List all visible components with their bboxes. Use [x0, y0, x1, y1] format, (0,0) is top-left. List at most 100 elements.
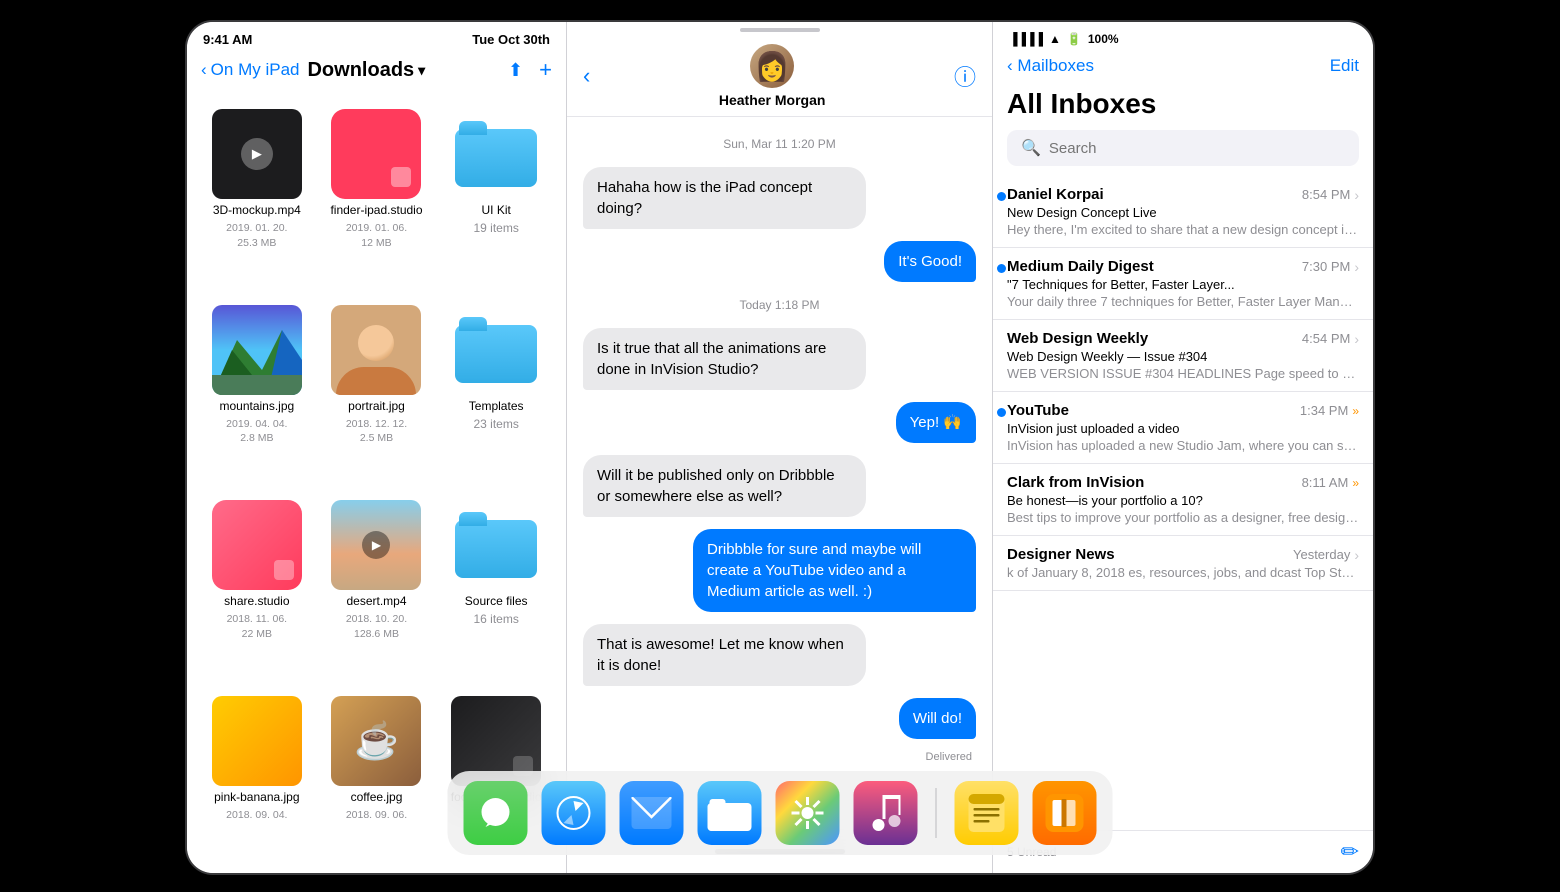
file-item-mountains[interactable]: mountains.jpg 2019. 04. 04.2.8 MB — [199, 297, 315, 489]
file-thumb-share — [212, 500, 302, 590]
file-meta: 2019. 04. 04.2.8 MB — [226, 417, 287, 446]
file-name: Templates — [469, 399, 524, 413]
dock-item-mail[interactable] — [620, 781, 684, 845]
mail-time: 7:30 PM › — [1302, 259, 1359, 275]
add-button[interactable]: + — [539, 57, 552, 83]
file-meta: 2018. 10. 20.128.6 MB — [346, 612, 407, 641]
mail-preview: InVision has uploaded a new Studio Jam, … — [1007, 438, 1359, 453]
files-title-text: Downloads — [307, 59, 414, 82]
file-name: share.studio — [224, 594, 289, 608]
mail-preview: Hey there, I'm excited to share that a n… — [1007, 222, 1359, 237]
mail-item-header: YouTube 1:34 PM » — [1007, 402, 1359, 419]
safari-dock-icon[interactable] — [542, 781, 606, 845]
file-item-templates[interactable]: Templates 23 items — [438, 297, 554, 489]
ipad-frame: 9:41 AM Tue Oct 30th ‹ On My iPad Downlo… — [185, 20, 1375, 875]
dock-item-messages[interactable] — [464, 781, 528, 845]
mail-time: 4:54 PM › — [1302, 331, 1359, 347]
message-bubble: Hahaha how is the iPad concept doing? — [583, 167, 866, 229]
unread-indicator — [997, 192, 1006, 201]
info-button[interactable]: ⓘ — [954, 60, 976, 92]
play-icon: ▶ — [241, 138, 273, 170]
files-panel: 9:41 AM Tue Oct 30th ‹ On My iPad Downlo… — [187, 22, 567, 873]
file-item-coffee[interactable]: ☕ coffee.jpg 2018. 09. 06. — [319, 688, 435, 865]
files-back-label: On My iPad — [211, 60, 300, 80]
message-row: Yep! 🙌 — [583, 402, 976, 443]
photos-dock-icon[interactable] — [776, 781, 840, 845]
file-item-finder-ipad[interactable]: finder-ipad.studio 2019. 01. 06.12 MB — [319, 101, 435, 293]
panels: 9:41 AM Tue Oct 30th ‹ On My iPad Downlo… — [187, 22, 1373, 873]
message-bubble: Will it be published only on Dribbble or… — [583, 455, 866, 517]
files-status-bar: 9:41 AM Tue Oct 30th — [187, 22, 566, 51]
dock-item-notes[interactable] — [955, 781, 1019, 845]
mail-item-header: Medium Daily Digest 7:30 PM › — [1007, 258, 1359, 275]
messages-dock-icon[interactable] — [464, 781, 528, 845]
file-meta: 2018. 09. 04. — [226, 808, 287, 823]
file-item-share-studio[interactable]: share.studio 2018. 11. 06.22 MB — [199, 492, 315, 684]
chevron-left-icon: ‹ — [1007, 56, 1013, 75]
mail-preview: WEB VERSION ISSUE #304 HEADLINES Page sp… — [1007, 366, 1359, 381]
file-name: UI Kit — [481, 203, 510, 217]
mail-time: 1:34 PM » — [1300, 403, 1359, 418]
message-date: Today 1:18 PM — [583, 294, 976, 316]
mail-subject: New Design Concept Live — [1007, 205, 1359, 220]
mail-item-designernews[interactable]: Designer News Yesterday › k of January 8… — [993, 536, 1373, 591]
file-item-portrait[interactable]: portrait.jpg 2018. 12. 12.2.5 MB — [319, 297, 435, 489]
dock-item-books[interactable] — [1033, 781, 1097, 845]
mailboxes-back-button[interactable]: ‹ Mailboxes — [1007, 56, 1094, 76]
contact-avatar: 👩 — [750, 44, 794, 88]
files-title[interactable]: Downloads ▾ — [307, 59, 500, 82]
mail-item-daniel[interactable]: Daniel Korpai 8:54 PM › New Design Conce… — [993, 176, 1373, 248]
notes-dock-icon[interactable] — [955, 781, 1019, 845]
dock-item-music[interactable] — [854, 781, 918, 845]
mail-item-clark[interactable]: Clark from InVision 8:11 AM » Be honest—… — [993, 464, 1373, 536]
messages-header-center: 👩 Heather Morgan — [719, 44, 826, 108]
file-thumb-mountains — [212, 305, 302, 395]
search-input[interactable] — [1049, 140, 1345, 157]
search-icon: 🔍 — [1021, 138, 1041, 158]
mail-sender: Designer News — [1007, 546, 1115, 563]
message-bubble: Is it true that all the animations are d… — [583, 328, 866, 390]
file-item-source-files[interactable]: Source files 16 items — [438, 492, 554, 684]
unread-indicator — [997, 408, 1006, 417]
file-name: coffee.jpg — [351, 790, 403, 804]
mail-item-youtube[interactable]: YouTube 1:34 PM » InVision just uploaded… — [993, 392, 1373, 464]
mail-item-medium[interactable]: Medium Daily Digest 7:30 PM › "7 Techniq… — [993, 248, 1373, 320]
dock-item-photos[interactable] — [776, 781, 840, 845]
message-bubble: Yep! 🙌 — [896, 402, 976, 443]
dock-item-files[interactable] — [698, 781, 762, 845]
share-button[interactable]: ⬆ — [508, 60, 523, 81]
file-item-ui-kit[interactable]: UI Kit 19 items — [438, 101, 554, 293]
files-toolbar: ‹ On My iPad Downloads ▾ ⬆ + — [187, 51, 566, 93]
message-row: Is it true that all the animations are d… — [583, 328, 976, 390]
unread-indicator — [997, 264, 1006, 273]
status-time: 9:41 AM — [203, 32, 252, 47]
file-count: 19 items — [473, 221, 518, 235]
mail-panel: ▐▐▐▐ ▲ 🔋 100% ‹ Mailboxes Edit All Inbox… — [993, 22, 1373, 873]
file-meta: 2018. 12. 12.2.5 MB — [346, 417, 407, 446]
compose-button[interactable]: ✏ — [1341, 839, 1359, 865]
mail-subject: Web Design Weekly — Issue #304 — [1007, 349, 1359, 364]
mail-item-webdesign[interactable]: Web Design Weekly 4:54 PM › Web Design W… — [993, 320, 1373, 392]
mail-edit-button[interactable]: Edit — [1330, 56, 1359, 76]
file-name: finder-ipad.studio — [330, 203, 422, 217]
file-name: 3D-mockup.mp4 — [213, 203, 301, 217]
messages-toolbar: ‹ 👩 Heather Morgan ⓘ — [567, 32, 992, 117]
music-dock-icon[interactable] — [854, 781, 918, 845]
mail-dock-icon[interactable] — [620, 781, 684, 845]
file-thumb-banana — [212, 696, 302, 786]
dock-item-safari[interactable] — [542, 781, 606, 845]
mail-preview: k of January 8, 2018 es, resources, jobs… — [1007, 565, 1359, 580]
file-item-3d-mockup[interactable]: ▶ 3D-mockup.mp4 2019. 01. 20.25.3 MB — [199, 101, 315, 293]
file-thumb-3d-mockup: ▶ — [212, 109, 302, 199]
files-back-button[interactable]: ‹ On My iPad — [201, 60, 299, 80]
file-thumb-coffee: ☕ — [331, 696, 421, 786]
contact-name: Heather Morgan — [719, 92, 826, 108]
files-dock-icon[interactable] — [698, 781, 762, 845]
mail-search-bar[interactable]: 🔍 — [1007, 130, 1359, 166]
books-dock-icon[interactable] — [1033, 781, 1097, 845]
file-meta: 2018. 11. 06.22 MB — [227, 612, 288, 641]
file-item-desert[interactable]: ▶ desert.mp4 2018. 10. 20.128.6 MB — [319, 492, 435, 684]
mailboxes-label: Mailboxes — [1017, 56, 1094, 75]
messages-back-button[interactable]: ‹ — [583, 63, 590, 89]
file-item-pink-banana[interactable]: pink-banana.jpg 2018. 09. 04. — [199, 688, 315, 865]
